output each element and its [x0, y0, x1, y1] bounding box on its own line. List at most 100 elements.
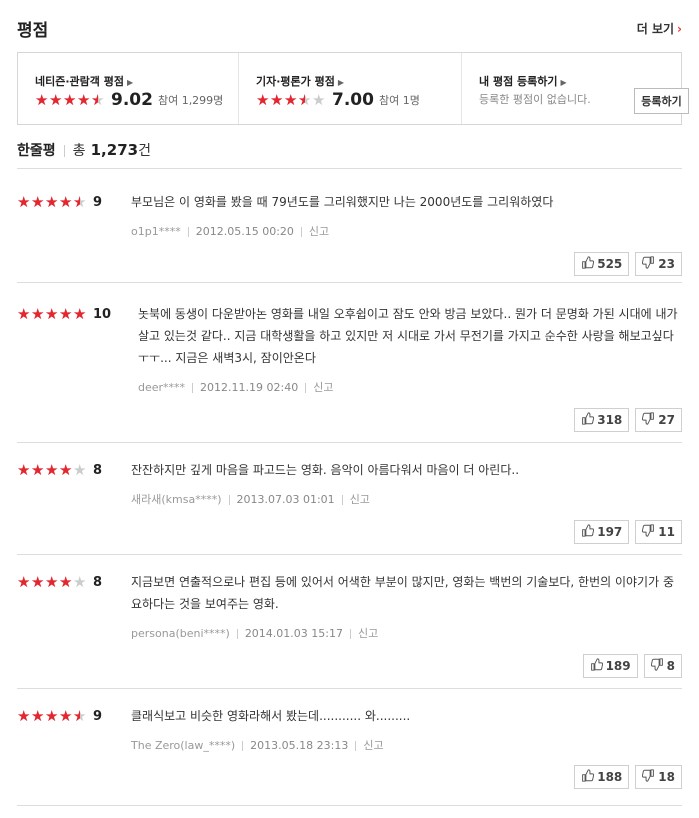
star-icon: ★★ — [45, 707, 58, 725]
dislike-count: 27 — [658, 413, 675, 427]
review-text: 부모님은 이 영화를 봤을 때 79년도를 그리워했지만 나는 2000년도를 … — [131, 195, 554, 209]
star-icon: ★★ — [45, 305, 58, 323]
report-link[interactable]: 신고 — [363, 739, 383, 752]
report-link[interactable]: 신고 — [350, 493, 370, 506]
audience-score-link[interactable]: 네티즌·관람객 평점 ▶ — [35, 73, 133, 89]
triangle-right-icon: ▶ — [560, 78, 567, 87]
review-score: 9 — [93, 195, 103, 210]
divider — [63, 144, 65, 157]
star-icon: ★★ — [73, 305, 86, 323]
star-icon: ★★ — [31, 305, 44, 323]
divider — [355, 741, 357, 751]
thumbs-down-icon — [642, 769, 658, 785]
divider — [236, 629, 238, 639]
register-rating-button[interactable]: 등록하기 — [634, 88, 689, 114]
review-date: 2013.07.03 01:01 — [236, 493, 335, 506]
oneline-review-header: 한줄평 총 1,273건 — [17, 140, 682, 169]
star-icon: ★★ — [17, 193, 30, 211]
dislike-button[interactable]: 18 — [635, 765, 682, 789]
star-icon: ★★ — [312, 90, 325, 109]
report-link[interactable]: 신고 — [309, 225, 329, 238]
more-link-label: 더 보기 — [636, 22, 675, 36]
divider — [228, 495, 230, 505]
review-text: 클래식보고 비슷한 영화라해서 봤는데........... 와........… — [131, 709, 411, 723]
audience-stars: ★ ★ ★ ★ ★ ★ ★ ★ ★ ★ — [35, 90, 105, 109]
thumbs-up-icon — [590, 658, 606, 674]
dislike-button[interactable]: 27 — [635, 408, 682, 432]
critic-score-title: 기자·평론가 평점 — [256, 75, 335, 88]
star-icon: ★★ — [31, 707, 44, 725]
review-date: 2012.11.19 02:40 — [200, 381, 299, 394]
critic-score-link[interactable]: 기자·평론가 평점 ▶ — [256, 73, 344, 89]
star-icon: ★★ — [256, 90, 269, 109]
total-count: 1,273 — [90, 141, 139, 159]
thumbs-up-icon — [581, 769, 597, 785]
total-suffix: 건 — [138, 143, 151, 159]
like-count: 525 — [597, 257, 623, 271]
dislike-count: 23 — [658, 257, 675, 271]
my-score-panel: 내 평점 등록하기 ▶ 등록한 평점이 없습니다. 등록하기 — [461, 53, 689, 124]
star-icon: ★★ — [59, 573, 72, 591]
star-icon: ★★ — [31, 573, 44, 591]
audience-score-title: 네티즌·관람객 평점 — [35, 75, 124, 88]
review-user: The Zero(law_****) — [131, 739, 236, 752]
thumbs-down-icon — [642, 412, 658, 428]
review-text: 잔잔하지만 깊게 마음을 파고드는 영화. 음악이 아름다워서 마음이 더 아린… — [131, 463, 520, 477]
review-date: 2012.05.15 00:20 — [195, 225, 294, 238]
review-item: ★★★★★★★★★★ 8 지금보면 연출적으로나 편집 등에 있어서 어색한 부… — [17, 575, 682, 689]
star-icon: ★★ — [298, 90, 311, 109]
review-stars: ★★★★★★★★★★ — [17, 195, 87, 210]
my-score-link[interactable]: 내 평점 등록하기 ▶ — [479, 73, 567, 89]
dislike-button[interactable]: 11 — [635, 520, 682, 544]
star-icon: ★★ — [17, 707, 30, 725]
thumbs-down-icon — [642, 524, 658, 540]
section-title: 평점 — [17, 21, 49, 41]
dislike-count: 8 — [666, 659, 675, 673]
triangle-right-icon: ▶ — [126, 78, 134, 87]
like-button[interactable]: 189 — [582, 654, 638, 678]
like-button[interactable]: 188 — [574, 765, 630, 789]
like-button[interactable]: 197 — [574, 520, 630, 544]
dislike-button[interactable]: 8 — [643, 654, 682, 678]
review-text: 놋북에 동생이 다운받아논 영화를 내일 오후쉽이고 잠도 안와 방금 보았다.… — [138, 307, 678, 365]
audience-count: 참여 1,299명 — [157, 94, 224, 107]
star-icon: ★★ — [35, 90, 48, 109]
my-score-title: 내 평점 등록하기 — [479, 75, 558, 88]
star-icon: ★★ — [31, 193, 44, 211]
dislike-button[interactable]: 23 — [635, 252, 682, 276]
score-summary: 네티즌·관람객 평점 ▶ ★ ★ ★ ★ ★ ★ ★ ★ ★ ★ 9.02 참여 1,299명 기자… — [17, 52, 689, 125]
star-icon: ★★ — [45, 193, 58, 211]
review-score: 8 — [93, 575, 103, 590]
star-icon: ★★ — [17, 461, 30, 479]
my-score-message: 등록한 평점이 없습니다. — [479, 93, 591, 106]
thumbs-up-icon — [581, 256, 597, 272]
report-link[interactable]: 신고 — [358, 627, 378, 640]
star-icon: ★★ — [59, 707, 72, 725]
star-icon: ★★ — [73, 707, 86, 725]
review-date: 2014.01.03 15:17 — [244, 627, 343, 640]
divider — [192, 383, 194, 393]
review-text: 지금보면 연출적으로나 편집 등에 있어서 어색한 부분이 많지만, 영화는 백… — [131, 575, 674, 611]
triangle-right-icon: ▶ — [337, 78, 345, 87]
review-score: 9 — [93, 709, 103, 724]
review-user: deer**** — [138, 381, 186, 394]
star-icon: ★★ — [270, 90, 283, 109]
like-count: 318 — [597, 413, 623, 427]
star-icon: ★★ — [17, 573, 30, 591]
thumbs-up-icon — [581, 412, 597, 428]
thumbs-down-icon — [642, 256, 658, 272]
like-button[interactable]: 318 — [574, 408, 630, 432]
review-stars: ★★★★★★★★★★ — [17, 463, 87, 478]
review-stars: ★★★★★★★★★★ — [17, 575, 87, 590]
rating-header: 평점 더 보기 › — [17, 14, 682, 44]
like-button[interactable]: 525 — [574, 252, 630, 276]
star-icon: ★★ — [17, 305, 30, 323]
review-user: 새라새(kmsa****) — [131, 493, 222, 506]
star-icon: ★★ — [45, 461, 58, 479]
review-stars: ★★★★★★★★★★ — [17, 709, 87, 724]
divider — [187, 227, 189, 237]
more-link[interactable]: 더 보기 › — [637, 20, 682, 37]
chevron-right-icon: › — [677, 22, 682, 36]
total-prefix: 총 — [72, 143, 86, 159]
report-link[interactable]: 신고 — [313, 381, 333, 394]
